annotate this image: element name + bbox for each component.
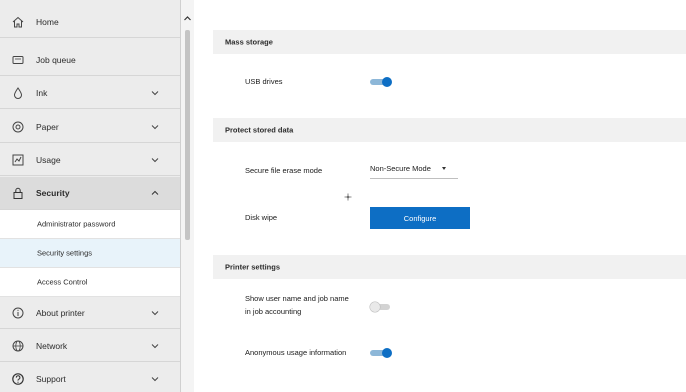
sidebar-scrollbar[interactable] — [181, 0, 194, 392]
sidebar-subitem-administrator-password[interactable]: Administrator password — [0, 210, 180, 239]
toggle-knob — [382, 348, 392, 358]
chevron-down-icon — [151, 310, 159, 315]
toggle-knob — [382, 77, 392, 87]
secure-file-erase-label: Secure file erase mode — [245, 166, 323, 175]
sidebar-item-label: Home — [36, 16, 59, 27]
scroll-up-arrow-icon[interactable] — [183, 14, 192, 23]
show-user-name-toggle[interactable] — [370, 302, 392, 312]
sidebar-subitem-access-control[interactable]: Access Control — [0, 268, 180, 297]
sidebar-item-label: Network — [36, 340, 68, 351]
home-icon — [11, 15, 25, 29]
sidebar: Home Job queue Ink Paper Usage Security … — [0, 0, 181, 392]
chevron-down-icon — [151, 377, 159, 382]
sidebar-item-label: Job queue — [36, 54, 76, 65]
sidebar-item-ink[interactable]: Ink — [0, 77, 180, 109]
sidebar-item-label: Paper — [36, 121, 59, 132]
usb-drives-toggle[interactable] — [370, 77, 392, 87]
job-queue-icon — [11, 53, 25, 67]
section-header-printer-settings: Printer settings — [213, 255, 686, 279]
sidebar-item-about-printer[interactable]: About printer — [0, 297, 180, 329]
paper-roll-icon — [11, 120, 25, 134]
scrollbar-thumb[interactable] — [185, 30, 190, 240]
sidebar-item-usage[interactable]: Usage — [0, 144, 180, 176]
section-header-mass-storage: Mass storage — [213, 30, 686, 54]
main-content: Mass storage USB drives Protect stored d… — [203, 0, 686, 392]
move-cursor-icon — [344, 193, 352, 201]
sidebar-item-network[interactable]: Network — [0, 330, 180, 362]
caret-down-icon — [442, 167, 446, 170]
toggle-knob — [370, 302, 380, 312]
help-icon — [11, 372, 25, 386]
lock-icon — [11, 186, 25, 200]
configure-button[interactable]: Configure — [370, 207, 470, 229]
sidebar-item-label: Support — [36, 374, 66, 384]
sidebar-item-label: Ink — [36, 87, 48, 98]
sidebar-item-paper[interactable]: Paper — [0, 111, 180, 143]
sidebar-subitem-label: Security settings — [37, 248, 93, 258]
section-header-protect-stored-data: Protect stored data — [213, 118, 686, 142]
section-title: Mass storage — [225, 37, 273, 47]
sidebar-subitem-security-settings[interactable]: Security settings — [0, 239, 180, 268]
sidebar-item-support[interactable]: Support — [0, 363, 180, 392]
secure-file-erase-dropdown[interactable]: Non-Secure Mode — [370, 160, 458, 179]
sidebar-item-job-queue[interactable]: Job queue — [0, 44, 180, 76]
chevron-down-icon — [151, 124, 159, 129]
show-user-name-label-line1: Show user name and job name — [245, 294, 349, 303]
printer-settings-page: Home Job queue Ink Paper Usage Security … — [0, 0, 686, 392]
chevron-down-icon — [151, 90, 159, 95]
chevron-down-icon — [151, 343, 159, 348]
sidebar-subitem-label: Administrator password — [37, 219, 116, 229]
chevron-up-icon — [151, 190, 159, 195]
sidebar-item-label: Usage — [36, 154, 61, 165]
ink-drop-icon — [11, 86, 25, 100]
disk-wipe-label: Disk wipe — [245, 213, 278, 222]
globe-icon — [11, 339, 25, 353]
sidebar-item-home[interactable]: Home — [0, 6, 180, 38]
chevron-down-icon — [151, 157, 159, 162]
sidebar-subitem-label: Access Control — [37, 277, 88, 287]
sidebar-item-label: Security — [36, 188, 70, 198]
anonymous-usage-label: Anonymous usage information — [245, 348, 347, 357]
show-user-name-label-line2: in job accounting — [245, 307, 302, 316]
sidebar-item-security[interactable]: Security — [0, 177, 180, 210]
section-title: Printer settings — [225, 262, 281, 272]
section-title: Protect stored data — [225, 125, 294, 135]
anonymous-usage-toggle[interactable] — [370, 348, 392, 358]
usage-icon — [11, 153, 25, 167]
info-icon — [11, 306, 25, 320]
usb-drives-label: USB drives — [245, 77, 283, 86]
sidebar-item-label: About printer — [36, 307, 85, 318]
dropdown-value: Non-Secure Mode — [370, 164, 431, 173]
